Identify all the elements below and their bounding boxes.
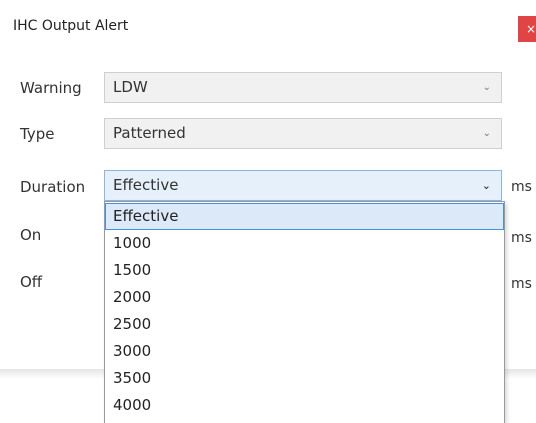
dropdown-option[interactable]: 2500 bbox=[105, 311, 504, 338]
dropdown-option[interactable]: 3500 bbox=[105, 365, 504, 392]
off-unit: ms bbox=[511, 276, 532, 292]
ihc-output-alert-dialog: IHC Output Alert × Warning LDW ⌄ Type Pa… bbox=[0, 0, 536, 423]
dropdown-option[interactable]: Effective bbox=[105, 203, 504, 230]
close-icon: × bbox=[526, 22, 536, 36]
duration-select[interactable]: Effective ⌄ bbox=[104, 170, 502, 201]
warning-select[interactable]: LDW ⌄ bbox=[104, 72, 502, 103]
duration-unit: ms bbox=[511, 179, 532, 195]
chevron-down-icon: ⌄ bbox=[482, 82, 491, 93]
dropdown-option[interactable]: 1000 bbox=[105, 230, 504, 257]
duration-dropdown-list[interactable]: Effective 1000 1500 2000 2500 3000 3500 … bbox=[104, 201, 505, 423]
on-unit: ms bbox=[511, 230, 532, 246]
type-select-value: Patterned bbox=[113, 124, 186, 142]
off-label: Off bbox=[20, 273, 43, 291]
dropdown-option[interactable]: 4000 bbox=[105, 392, 504, 419]
footer-divider bbox=[505, 369, 536, 379]
warning-select-value: LDW bbox=[113, 78, 148, 96]
dropdown-option[interactable]: 3000 bbox=[105, 338, 504, 365]
type-select[interactable]: Patterned ⌄ bbox=[104, 118, 502, 149]
chevron-down-icon: ⌄ bbox=[481, 179, 491, 192]
on-label: On bbox=[20, 226, 42, 244]
dialog-title: IHC Output Alert bbox=[13, 18, 129, 34]
footer-divider bbox=[0, 369, 104, 379]
dropdown-option[interactable]: 2000 bbox=[105, 284, 504, 311]
duration-label: Duration bbox=[20, 178, 86, 196]
chevron-down-icon: ⌄ bbox=[482, 128, 491, 139]
close-button[interactable]: × bbox=[518, 16, 536, 42]
dropdown-option[interactable]: 1500 bbox=[105, 257, 504, 284]
duration-select-value: Effective bbox=[113, 176, 179, 194]
type-label: Type bbox=[20, 125, 55, 143]
warning-label: Warning bbox=[20, 79, 82, 97]
